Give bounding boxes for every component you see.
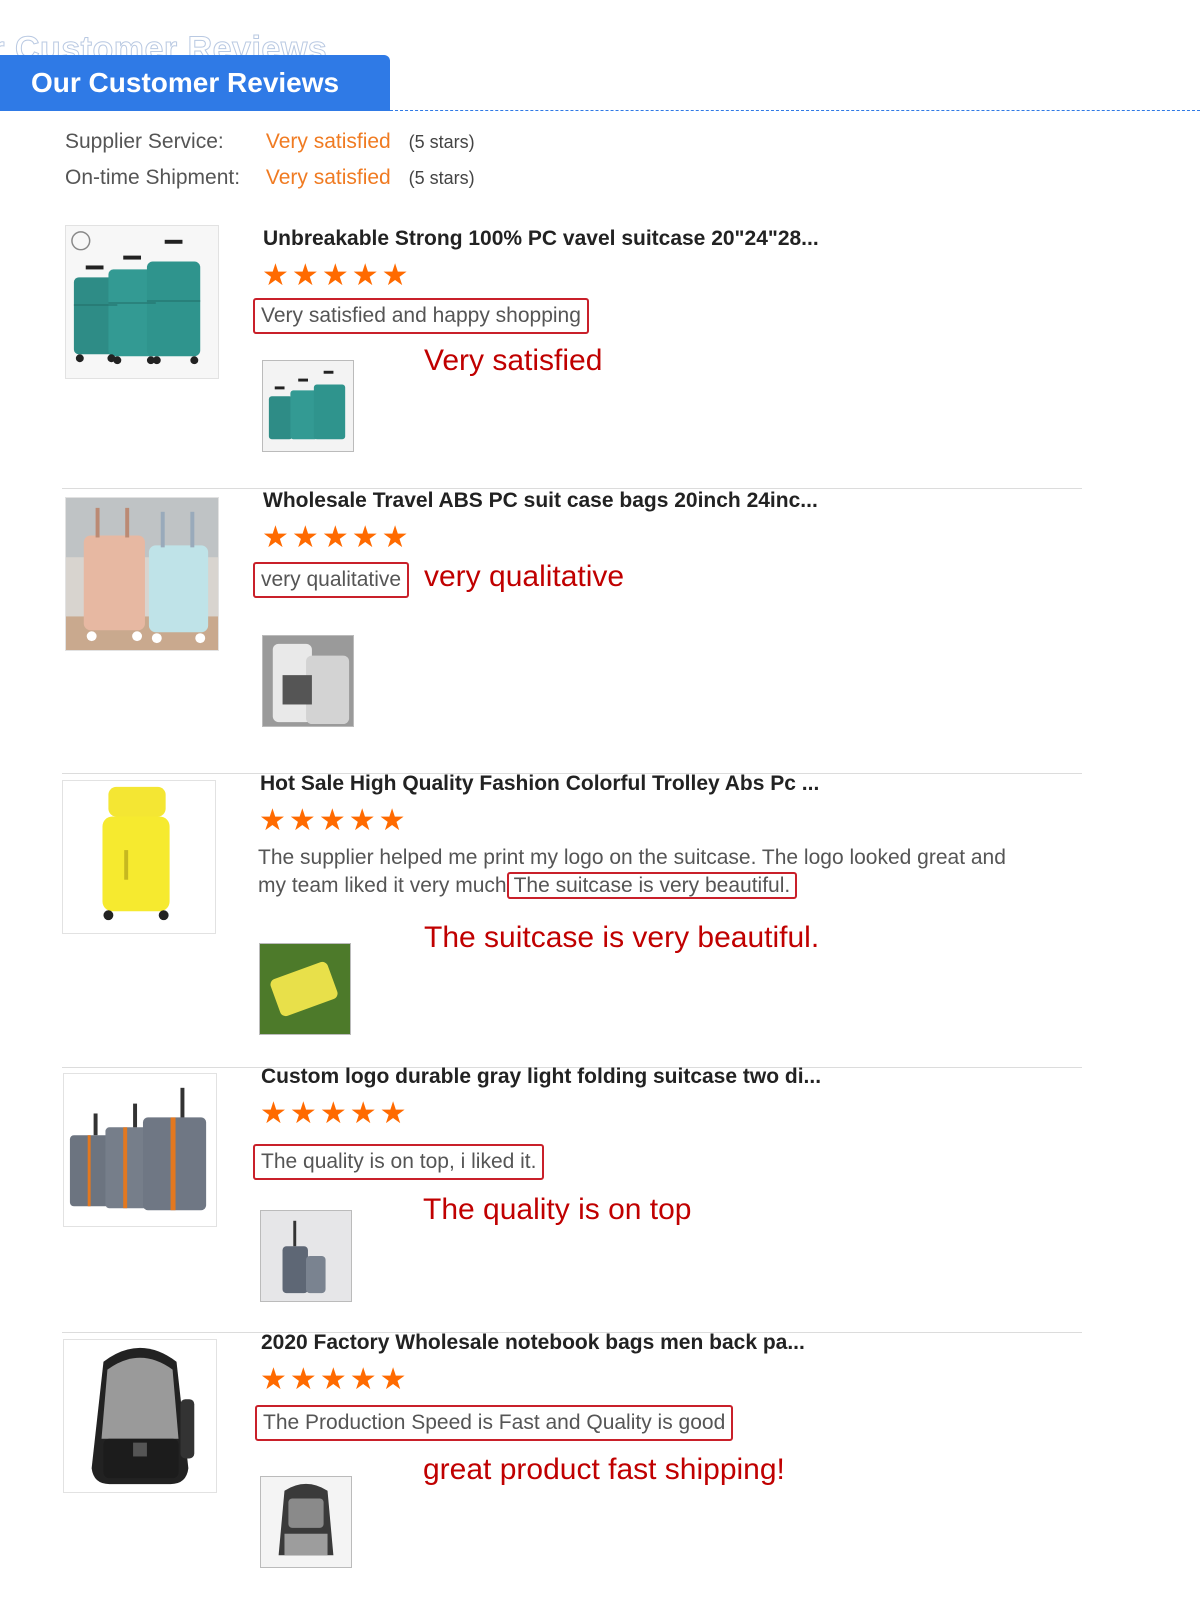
review-annotation: Very satisfied [424,344,603,377]
star-icon: ★ [288,804,319,837]
rating-stars: ★★★★★ [260,1365,410,1395]
yellow-suitcase-icon [63,781,215,933]
header-divider [390,110,1200,111]
gray-backpack-open-icon [261,1477,351,1567]
pink-blue-suitcases-icon [66,498,218,650]
product-thumbnail[interactable] [63,1073,217,1227]
star-icon: ★ [348,804,379,837]
star-icon: ★ [378,804,409,837]
review-comment: very qualitative [253,562,410,598]
product-thumbnail[interactable] [65,225,219,379]
star-icon: ★ [289,1097,320,1130]
star-icon: ★ [349,1097,380,1130]
yellow-suitcase-on-grass-icon [260,944,350,1034]
star-icon: ★ [318,804,349,837]
summary-value: Very satisfied [265,130,391,153]
review-photo[interactable] [262,635,354,727]
gray-backpack-icon [64,1340,216,1492]
rating-stars: ★★★★★ [262,261,412,291]
star-icon: ★ [381,259,412,292]
review-photo[interactable] [260,1210,352,1302]
star-icon: ★ [319,1097,350,1130]
star-icon: ★ [291,259,322,292]
teal-suitcase-set-icon [263,361,353,451]
summary-stars: (5 stars) [408,132,475,152]
star-icon: ★ [289,1363,320,1396]
gray-suitcase-set-icon [64,1074,216,1226]
star-icon: ★ [351,521,382,554]
review-photo[interactable] [260,1476,352,1568]
review-annotation: very qualitative [424,560,625,593]
review-comment: The quality is on top, i liked it. [253,1144,545,1180]
review-comment: The supplier helped me print my logo on … [258,844,1018,900]
product-title[interactable]: Custom logo durable gray light folding s… [261,1065,821,1089]
product-thumbnail[interactable] [63,1339,217,1493]
summary-supplier-service: Supplier Service: Very satisfied (5 star… [65,130,475,154]
white-suitcases-icon [263,636,353,726]
product-thumbnail[interactable] [62,780,216,934]
star-icon: ★ [349,1363,380,1396]
summary-label: On-time Shipment: [65,166,241,189]
review-photo[interactable] [259,943,351,1035]
product-thumbnail[interactable] [65,497,219,651]
review-annotation: The suitcase is very beautiful. [424,921,820,954]
star-icon: ★ [260,1363,290,1396]
product-title[interactable]: Unbreakable Strong 100% PC vavel suitcas… [263,227,819,251]
review-comment-highlight: The suitcase is very beautiful. [506,872,798,899]
star-icon: ★ [321,259,352,292]
gray-suitcases-icon [261,1211,351,1301]
star-icon: ★ [319,1363,350,1396]
star-icon: ★ [262,521,292,554]
summary-label: Supplier Service: [65,130,224,153]
review-annotation: great product fast shipping! [423,1453,785,1486]
star-icon: ★ [260,1097,290,1130]
star-icon: ★ [379,1363,410,1396]
review-annotation: The quality is on top [423,1193,692,1226]
rating-stars: ★★★★★ [260,1099,410,1129]
summary-value: Very satisfied [265,166,391,189]
summary-stars: (5 stars) [408,168,475,188]
star-icon: ★ [381,521,412,554]
review-comment: The Production Speed is Fast and Quality… [255,1405,734,1441]
star-icon: ★ [379,1097,410,1130]
summary-on-time-shipment: On-time Shipment: Very satisfied (5 star… [65,166,475,190]
rating-stars: ★★★★★ [262,523,412,553]
product-title[interactable]: Wholesale Travel ABS PC suit case bags 2… [263,489,818,513]
teal-suitcase-set-icon [71,231,201,365]
review-comment: Very satisfied and happy shopping [253,298,589,334]
star-icon: ★ [262,259,292,292]
section-title-tab: Our Customer Reviews [0,55,390,111]
star-icon: ★ [291,521,322,554]
star-icon: ★ [259,804,289,837]
star-icon: ★ [321,521,352,554]
review-photo[interactable] [262,360,354,452]
product-title[interactable]: 2020 Factory Wholesale notebook bags men… [261,1331,805,1355]
product-title[interactable]: Hot Sale High Quality Fashion Colorful T… [260,772,819,796]
star-icon: ★ [351,259,382,292]
rating-stars: ★★★★★ [259,806,409,836]
